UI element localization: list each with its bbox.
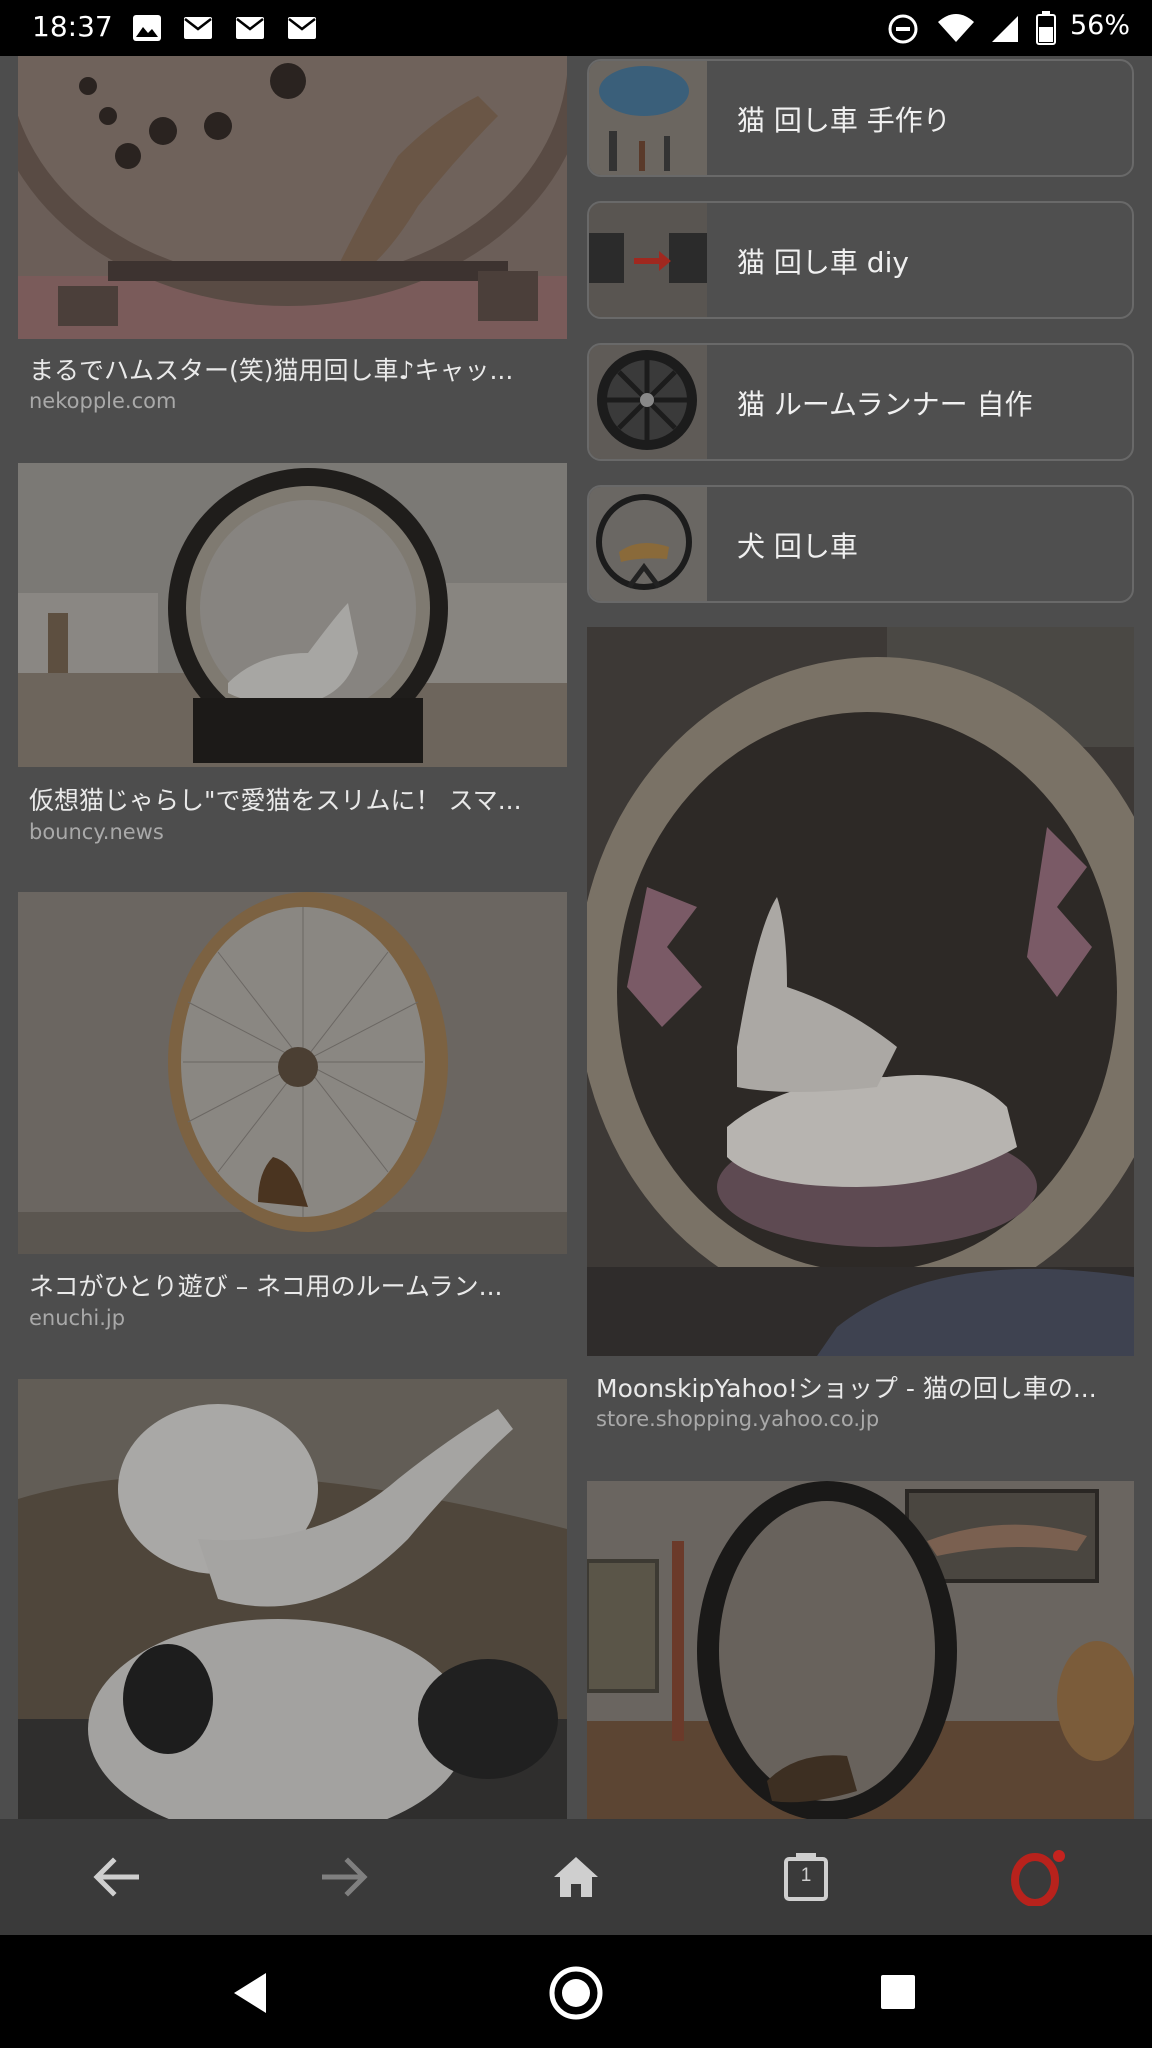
related-thumb (589, 487, 707, 601)
result-image (587, 1481, 1134, 1819)
result-image (18, 1379, 567, 1819)
image-result-card[interactable] (18, 1379, 567, 1819)
image-results: まるでハムスター(笑)猫用回し車♪キャッ... nekopple.com 仮想猫… (0, 56, 1152, 1819)
recents-square-icon[interactable] (880, 1974, 916, 2010)
image-result-card[interactable] (587, 1481, 1134, 1819)
screen: 18:37 56% まるでハムスター(笑)猫用回し車♪キャッ... nekopp… (0, 0, 1152, 2048)
related-search-chip[interactable]: 猫 回し車 diy (587, 201, 1134, 319)
result-domain: enuchi.jp (29, 1306, 126, 1330)
back-arrow-icon (93, 1857, 139, 1897)
mail-icon (236, 17, 264, 39)
result-caption[interactable]: 仮想猫じゃらし"で愛猫をスリムに！ スマ... (29, 781, 549, 817)
result-image (18, 463, 567, 767)
result-domain: nekopple.com (29, 389, 177, 413)
related-search-label: 猫 回し車 手作り (737, 104, 951, 137)
signal-icon (992, 16, 1018, 42)
back-button[interactable] (80, 1841, 152, 1913)
mail-icon (184, 17, 212, 39)
image-result-card[interactable] (18, 463, 567, 767)
tabs-count: 1 (800, 1865, 812, 1886)
result-caption[interactable]: ネコがひとり遊び – ネコ用のルームラン... (29, 1267, 549, 1303)
related-thumb (589, 61, 707, 175)
back-triangle-icon[interactable] (230, 1971, 270, 2015)
result-image (18, 56, 567, 339)
opera-menu-button[interactable] (1002, 1841, 1074, 1913)
tabs-button[interactable]: 1 (770, 1841, 842, 1913)
related-thumb (589, 345, 707, 459)
result-image (587, 627, 1134, 1356)
opera-icon (1011, 1850, 1065, 1906)
related-search-chip[interactable]: 猫 回し車 手作り (587, 59, 1134, 177)
related-search-label: 猫 回し車 diy (737, 246, 909, 279)
result-caption[interactable]: MoonskipYahoo!ショップ - 猫の回し車の... (596, 1369, 1116, 1405)
battery-percent: 56% (1069, 10, 1130, 41)
result-domain: store.shopping.yahoo.co.jp (596, 1407, 880, 1431)
home-circle-icon[interactable] (548, 1965, 604, 2021)
related-search-chip[interactable]: 犬 回し車 (587, 485, 1134, 603)
status-bar: 18:37 56% (0, 0, 1152, 56)
related-search-label: 犬 回し車 (737, 530, 858, 563)
home-icon (554, 1857, 598, 1897)
image-icon (133, 15, 161, 41)
forward-button[interactable] (309, 1841, 381, 1913)
related-search-chip[interactable]: 猫 ルームランナー 自作 (587, 343, 1134, 461)
home-button[interactable] (540, 1841, 612, 1913)
status-time: 18:37 (32, 10, 113, 43)
image-result-card[interactable] (587, 627, 1134, 1356)
result-image (18, 892, 567, 1254)
battery-icon (1036, 11, 1056, 45)
wifi-icon (938, 14, 974, 42)
result-caption[interactable]: まるでハムスター(笑)猫用回し車♪キャッ... (29, 351, 549, 387)
image-result-card[interactable] (18, 56, 567, 339)
related-search-label: 猫 ルームランナー 自作 (737, 388, 1033, 421)
system-navigation-bar (0, 1935, 1152, 2048)
do-not-disturb-icon (888, 14, 918, 44)
image-result-card[interactable] (18, 892, 567, 1254)
browser-toolbar: 1 (0, 1819, 1152, 1935)
result-domain: bouncy.news (29, 820, 164, 844)
related-thumb (589, 203, 707, 317)
forward-arrow-icon (322, 1857, 368, 1897)
mail-icon (288, 17, 316, 39)
